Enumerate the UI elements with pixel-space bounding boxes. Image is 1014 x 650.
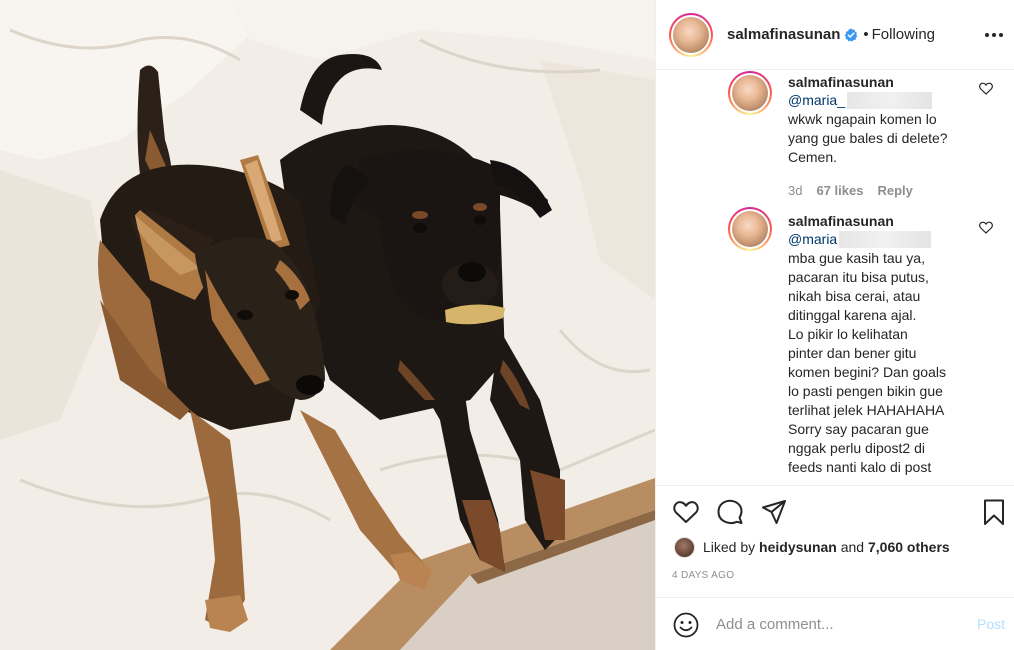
comment-heart-icon[interactable] <box>979 221 993 234</box>
likes-others[interactable]: 7,060 others <box>868 539 950 555</box>
liker-avatar[interactable] <box>674 536 695 558</box>
smile-icon[interactable] <box>672 611 700 639</box>
comment-item: salmafinasunan @maria_ wkwk ngapain kome… <box>788 73 988 198</box>
comment-username[interactable]: salmafinasunan <box>788 73 988 91</box>
liker-username[interactable]: heidysunan <box>759 539 837 555</box>
share-icon[interactable] <box>760 498 788 526</box>
comment-text-line: lo pasti pengen bikin gue <box>788 383 943 399</box>
comment-text-line: Sorry say pacaran gue <box>788 421 929 437</box>
separator-dot: • <box>863 26 869 43</box>
post-date[interactable]: 4 DAYS AGO <box>672 570 734 581</box>
bookmark-icon[interactable] <box>980 498 1008 526</box>
comment-mention[interactable]: @maria_ <box>788 91 845 110</box>
comment-text-line: wkwk ngapain komen lo <box>788 111 937 127</box>
post-button[interactable]: Post <box>977 616 1005 632</box>
avatar[interactable] <box>669 12 713 57</box>
comment-text-line: mba gue kasih tau ya, <box>788 250 925 266</box>
comment-username[interactable]: salmafinasunan <box>788 212 988 230</box>
comment-item: salmafinasunan @maria mba gue kasih tau … <box>788 212 988 477</box>
heart-icon[interactable] <box>672 498 700 526</box>
comment-time[interactable]: 3d <box>788 183 802 198</box>
post-sidebar: salmafinasunan • Following salmafinasuna… <box>655 0 1014 650</box>
redacted-name <box>839 231 932 248</box>
likes-summary: Liked by heidysunan and 7,060 others <box>674 536 950 558</box>
comment-text-line: nggak perlu dipost2 di <box>788 440 925 456</box>
comment-input[interactable] <box>716 611 956 637</box>
dogs-on-bed-photo <box>0 0 655 650</box>
comment-text-line: pacaran itu bisa putus, <box>788 269 929 285</box>
comment-icon[interactable] <box>716 498 744 526</box>
comment-text-line: ditinggal karena ajal. <box>788 307 917 323</box>
more-icon[interactable] <box>983 25 1005 45</box>
liked-and-label: and <box>840 539 865 555</box>
post-photo[interactable] <box>0 0 655 650</box>
comment-text-line: nikah bisa cerai, atau <box>788 288 921 304</box>
comment-avatar[interactable] <box>728 207 772 251</box>
comment-text-line: yang gue bales di delete? <box>788 130 948 146</box>
comment-text-line: Lo pikir lo kelihatan <box>788 326 908 342</box>
comments-list[interactable]: salmafinasunan @maria_ wkwk ngapain kome… <box>656 71 1014 485</box>
add-comment-bar: Post <box>656 597 1014 650</box>
comment-text-line: komen begini? Dan goals <box>788 364 946 380</box>
post-username[interactable]: salmafinasunan <box>727 26 840 43</box>
verified-icon <box>845 28 858 42</box>
reply-button[interactable]: Reply <box>877 183 912 198</box>
comment-text-line: feeds nanti kalo di post <box>788 459 932 475</box>
comment-mention[interactable]: @maria <box>788 230 837 249</box>
redacted-name <box>847 92 933 109</box>
following-button[interactable]: Following <box>872 26 935 43</box>
comment-avatar[interactable] <box>728 71 772 115</box>
comment-text-line: pinter dan bener gitu <box>788 345 917 361</box>
action-bar <box>656 485 1014 540</box>
post-header: salmafinasunan • Following <box>656 0 1014 70</box>
comment-text-line: terlihat jelek HAHAHAHA <box>788 402 945 418</box>
comment-heart-icon[interactable] <box>979 82 993 95</box>
liked-by-label: Liked by <box>703 539 756 555</box>
comment-likes[interactable]: 67 likes <box>816 183 863 198</box>
comment-text-line: Cemen. <box>788 149 838 165</box>
